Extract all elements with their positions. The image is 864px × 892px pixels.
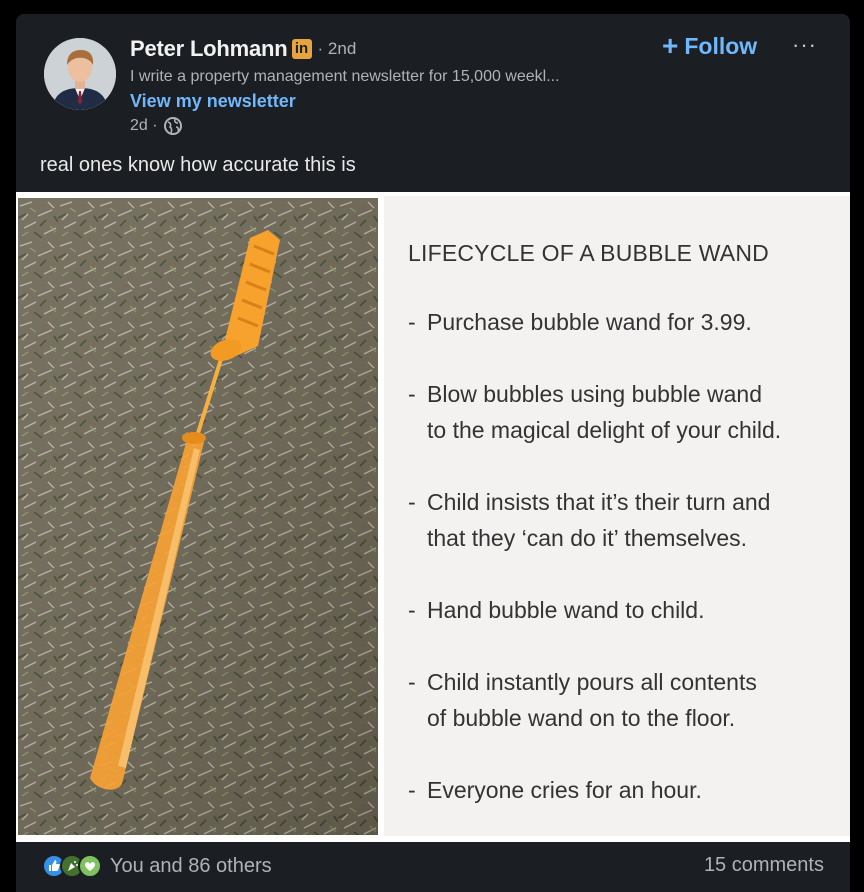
author-name[interactable]: Peter Lohmann	[130, 36, 288, 62]
meme-item-line: Child instantly pours all contents	[427, 669, 757, 695]
post-text: real ones know how accurate this is	[40, 154, 356, 176]
meme-title: LIFECYCLE OF A BUBBLE WAND	[408, 240, 769, 266]
avatar[interactable]	[44, 38, 116, 110]
meme-item-line: of bubble wand on to the floor.	[427, 705, 736, 731]
meme-item-line: Blow bubbles using bubble wand	[427, 381, 763, 407]
post-image[interactable]: LIFECYCLE OF A BUBBLE WAND - Purchase bub…	[16, 192, 850, 842]
social-counts: You and 86 others 15 comments	[16, 842, 850, 892]
author-row: Peter Lohmann in · 2nd	[130, 36, 356, 62]
meme-item: - Blow bubbles using bubble wand to the m…	[408, 376, 781, 448]
plus-icon: +	[662, 30, 679, 61]
connection-degree: · 2nd	[317, 39, 357, 58]
meme-item-line: to the magical delight of your child.	[427, 417, 782, 443]
comments-count[interactable]: 15 comments	[704, 854, 824, 877]
post-meta: 2d ·	[130, 116, 183, 136]
author-headline: I write a property management newsletter…	[130, 68, 560, 85]
reactions-summary[interactable]: You and 86 others	[42, 854, 272, 878]
view-newsletter-link[interactable]: View my newsletter	[130, 91, 296, 112]
globe-icon	[163, 117, 182, 135]
meme-item: - Child insists that it’s their turn and …	[408, 484, 770, 556]
more-options-icon[interactable]: ···	[792, 32, 817, 58]
meme-item-line: Everyone cries for an hour.	[427, 777, 702, 803]
follow-label: Follow	[684, 32, 758, 59]
linkedin-premium-icon: in	[291, 39, 312, 59]
meme-item-line: Child insists that it’s their turn and	[427, 489, 771, 515]
meme-item: - Child instantly pours all contents of b…	[408, 664, 757, 736]
meme-text-panel: LIFECYCLE OF A BUBBLE WAND - Purchase bub…	[384, 196, 850, 836]
meme-item-line: Purchase bubble wand for 3.99.	[427, 309, 752, 335]
meme-item-line: that they ‘can do it’ themselves.	[427, 525, 748, 551]
meme-item-line: Hand bubble wand to child.	[427, 597, 705, 623]
reactions-count: You and 86 others	[110, 854, 272, 877]
bubble-wand-photo	[18, 198, 378, 835]
meme-item: - Purchase bubble wand for 3.99.	[408, 309, 752, 335]
support-icon	[78, 854, 102, 878]
post-card: Peter Lohmann in · 2nd I write a propert…	[16, 14, 850, 892]
post-time: 2d ·	[130, 117, 158, 134]
meme-item: - Hand bubble wand to child.	[408, 597, 705, 623]
follow-button[interactable]: + Follow	[662, 32, 757, 60]
meme-item: - Everyone cries for an hour.	[408, 777, 702, 803]
